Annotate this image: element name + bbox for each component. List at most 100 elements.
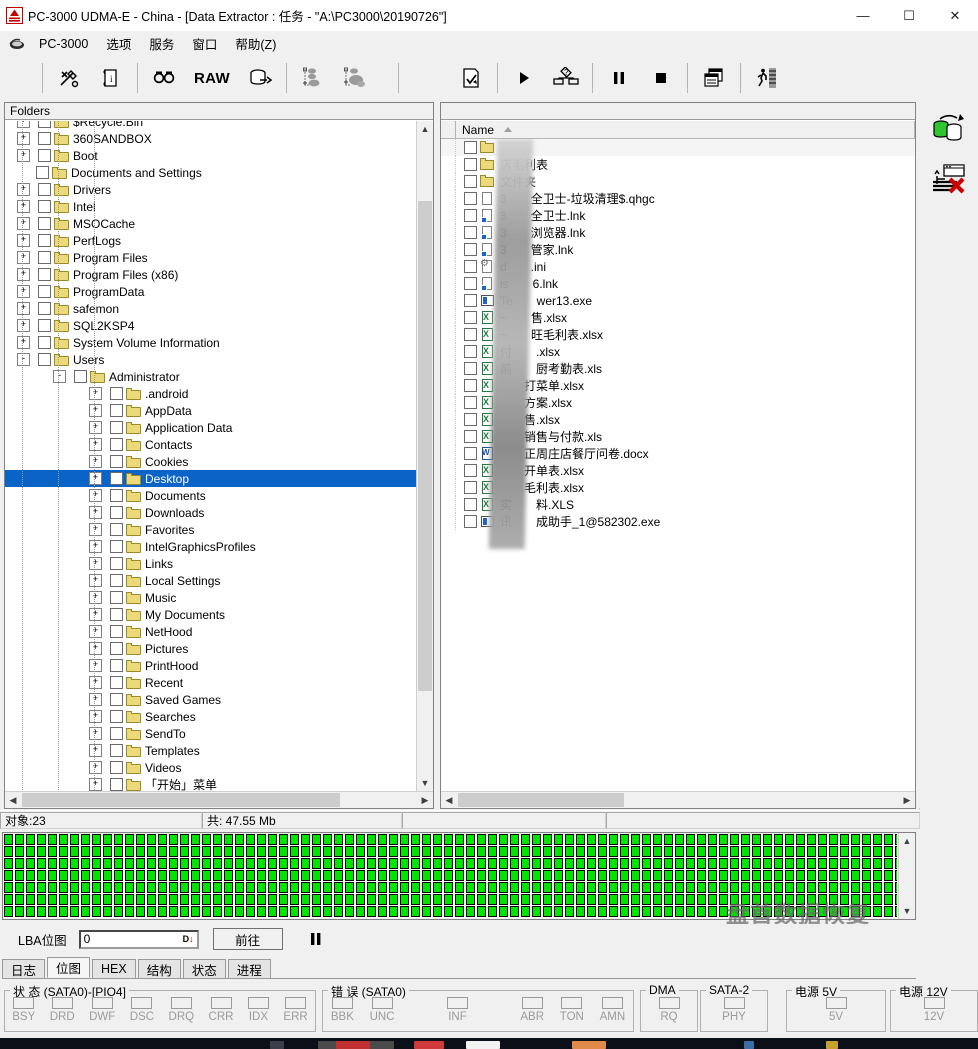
bitmap-block[interactable]: [521, 894, 530, 905]
bitmap-block[interactable]: [290, 894, 299, 905]
bitmap-block[interactable]: [92, 858, 101, 869]
bitmap-block[interactable]: [763, 870, 772, 881]
file-row[interactable]: 打菜单.xlsx: [441, 377, 915, 394]
bitmap-block[interactable]: [147, 882, 156, 893]
bitmap-block[interactable]: [455, 834, 464, 845]
bitmap-block[interactable]: [752, 858, 761, 869]
bitmap-block[interactable]: [59, 834, 68, 845]
bitmap-block[interactable]: [268, 870, 277, 881]
bitmap-block[interactable]: [301, 870, 310, 881]
bitmap-block[interactable]: [587, 870, 596, 881]
bitmap-block[interactable]: [301, 858, 310, 869]
bitmap-block[interactable]: [510, 834, 519, 845]
bitmap-block[interactable]: [851, 846, 860, 857]
tree-item-perflogs[interactable]: +PerfLogs: [5, 232, 433, 249]
bitmap-block[interactable]: [433, 846, 442, 857]
bitmap-block[interactable]: [257, 870, 266, 881]
bitmap-block[interactable]: [400, 894, 409, 905]
bitmap-block[interactable]: [774, 906, 783, 917]
bitmap-block[interactable]: [543, 858, 552, 869]
tree-item-administrator[interactable]: -Administrator: [5, 368, 433, 385]
bitmap-block[interactable]: [895, 906, 897, 917]
exit-icon[interactable]: [746, 61, 788, 95]
tree-collapse-icon[interactable]: -: [53, 370, 66, 383]
file-row-checkbox[interactable]: [464, 413, 477, 426]
bitmap-block[interactable]: [213, 858, 222, 869]
bitmap-block[interactable]: [488, 870, 497, 881]
bitmap-block[interactable]: [499, 870, 508, 881]
bitmap-block[interactable]: [554, 906, 563, 917]
bitmap-block[interactable]: [807, 846, 816, 857]
bitmap-block[interactable]: [356, 846, 365, 857]
bitmap-block[interactable]: [785, 846, 794, 857]
tree-item-program-files[interactable]: +Program Files: [5, 249, 433, 266]
bitmap-block[interactable]: [521, 834, 530, 845]
bitmap-block[interactable]: [15, 846, 24, 857]
bitmap-block[interactable]: [488, 858, 497, 869]
taskbar-item-6[interactable]: [572, 1041, 606, 1049]
tree-expand-icon[interactable]: +: [89, 523, 102, 536]
bitmap-block[interactable]: [477, 858, 486, 869]
bitmap-block[interactable]: [488, 882, 497, 893]
disk-open-icon[interactable]: [239, 61, 281, 95]
bitmap-block[interactable]: [103, 882, 112, 893]
tree-item-checkbox[interactable]: [110, 761, 123, 774]
file-row[interactable]: 3 全卫士-垃圾清理$.qhgc: [441, 190, 915, 207]
tree-item-checkbox[interactable]: [110, 540, 123, 553]
bitmap-block[interactable]: [367, 870, 376, 881]
bitmap-block[interactable]: [4, 834, 13, 845]
tree-item-checkbox[interactable]: [110, 387, 123, 400]
bitmap-block[interactable]: [268, 846, 277, 857]
bitmap-block[interactable]: [180, 906, 189, 917]
bitmap-block[interactable]: [433, 894, 442, 905]
bitmap-block[interactable]: [796, 882, 805, 893]
menu-item-pc3000[interactable]: PC-3000: [30, 34, 97, 54]
bitmap-block[interactable]: [114, 846, 123, 857]
bitmap-block[interactable]: [873, 858, 882, 869]
bitmap-block[interactable]: [664, 882, 673, 893]
bitmap-block[interactable]: [620, 870, 629, 881]
bitmap-block[interactable]: [510, 906, 519, 917]
bitmap-block[interactable]: [653, 834, 662, 845]
bitmap-block[interactable]: [169, 894, 178, 905]
bitmap-block[interactable]: [158, 846, 167, 857]
file-row[interactable]: ~ 售.xlsx: [441, 309, 915, 326]
bitmap-block[interactable]: [708, 846, 717, 857]
tree-item-checkbox[interactable]: [36, 166, 49, 179]
bitmap-block[interactable]: [323, 882, 332, 893]
bitmap-block[interactable]: [719, 846, 728, 857]
bitmap-block[interactable]: [92, 906, 101, 917]
bitmap-block[interactable]: [37, 846, 46, 857]
bitmap-block[interactable]: [224, 882, 233, 893]
folder-tree-vscrollbar[interactable]: ▲ ▼: [416, 121, 433, 791]
bitmap-block[interactable]: [543, 894, 552, 905]
tree-item-checkbox[interactable]: [110, 625, 123, 638]
bitmap-block[interactable]: [488, 894, 497, 905]
bitmap-block[interactable]: [257, 894, 266, 905]
bitmap-block[interactable]: [26, 834, 35, 845]
tree-item-checkbox[interactable]: [110, 744, 123, 757]
bitmap-block[interactable]: [576, 870, 585, 881]
bitmap-block[interactable]: [312, 882, 321, 893]
bitmap-block[interactable]: [884, 894, 893, 905]
tree-expand-icon[interactable]: +: [17, 336, 30, 349]
file-row[interactable]: 讯 成助手_1@582302.exe: [441, 513, 915, 530]
bitmap-block[interactable]: [587, 834, 596, 845]
bitmap-block[interactable]: [719, 870, 728, 881]
bitmap-block[interactable]: [609, 870, 618, 881]
bitmap-block[interactable]: [59, 846, 68, 857]
bitmap-block[interactable]: [48, 858, 57, 869]
bitmap-block[interactable]: [411, 894, 420, 905]
play-icon[interactable]: [503, 61, 545, 95]
log-info-icon[interactable]: i: [90, 61, 132, 95]
bitmap-block[interactable]: [730, 846, 739, 857]
tree-expand-icon[interactable]: +: [89, 574, 102, 587]
bitmap-block[interactable]: [411, 846, 420, 857]
tree-item-android[interactable]: +.android: [5, 385, 433, 402]
bitmap-block[interactable]: [15, 906, 24, 917]
tree-expand-icon[interactable]: +: [17, 149, 30, 162]
bitmap-block[interactable]: [829, 846, 838, 857]
bitmap-block[interactable]: [807, 834, 816, 845]
bitmap-block[interactable]: [400, 858, 409, 869]
bitmap-block[interactable]: [697, 870, 706, 881]
